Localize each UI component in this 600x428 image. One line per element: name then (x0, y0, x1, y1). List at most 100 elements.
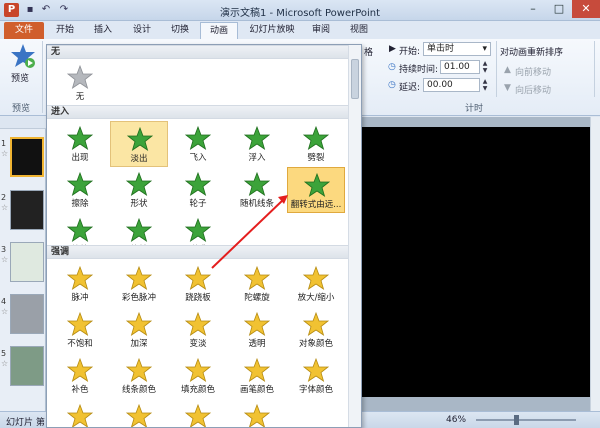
animation-complementary-color[interactable]: 补色 (51, 353, 109, 399)
animation-color-pulse[interactable]: 彩色脉冲 (110, 261, 168, 307)
line-color-icon (125, 357, 153, 383)
slide-thumbnail-1[interactable] (10, 137, 44, 177)
animation-brush-color[interactable]: 画笔颜色 (228, 353, 286, 399)
animation-label: 轮子 (189, 199, 207, 209)
slide-number: 1 (1, 139, 7, 148)
teeter-icon (184, 265, 212, 291)
animation-split[interactable]: 劈裂 (287, 121, 345, 167)
minimize-button[interactable]: – (520, 0, 546, 18)
animation-none[interactable]: 无 (51, 60, 109, 106)
title-bar: P ▪ ↶ ↷ 演示文稿1 - Microsoft PowerPoint – □… (0, 0, 600, 21)
delay-input[interactable]: 00.00 (423, 78, 480, 92)
gallery-scrollbar[interactable] (348, 45, 361, 427)
animation-fade[interactable]: 淡出 (110, 121, 168, 167)
wave-icon (243, 403, 271, 427)
animation-label: 填充颜色 (180, 385, 215, 395)
delay-spinner[interactable]: ▲ ▼ (481, 78, 489, 92)
clock-icon: ◷ (388, 62, 396, 72)
tab-design[interactable]: 设计 (126, 22, 158, 39)
animation-shape[interactable]: 形状 (110, 167, 168, 213)
tab-home[interactable]: 开始 (50, 22, 80, 39)
slide-thumbnail-2[interactable] (10, 190, 44, 230)
animation-label: 淡出 (130, 154, 148, 164)
slide-canvas[interactable] (360, 127, 592, 397)
animation-bold-reveal[interactable]: 加粗展示 (169, 399, 227, 427)
object-color-icon (302, 311, 330, 337)
group-divider (496, 41, 497, 97)
darken-icon (125, 311, 153, 337)
duration-spinner[interactable]: ▲ ▼ (481, 60, 489, 74)
animation-label: 彩色脉冲 (121, 293, 156, 303)
maximize-button[interactable]: □ (546, 0, 572, 18)
start-select-value: 单击时 (427, 44, 455, 54)
slide-info: 幻灯片 第 (6, 418, 45, 428)
animation-underline[interactable]: 下划线 (51, 399, 109, 427)
animation-transparency[interactable]: 透明 (228, 307, 286, 353)
animation-desaturate[interactable]: 不饱和 (51, 307, 109, 353)
animation-object-color[interactable]: 对象颜色 (287, 307, 345, 353)
animation-grow-turn[interactable]: 翻转式由远... (287, 167, 345, 213)
tab-view[interactable]: 视图 (344, 22, 374, 39)
tab-transitions[interactable]: 切换 (164, 22, 196, 39)
animation-spin[interactable]: 陀螺旋 (228, 261, 286, 307)
preview-group-label: 预览 (12, 104, 31, 114)
move-later-button[interactable]: 向后移动 (515, 83, 551, 96)
slide-thumbnail-3[interactable] (10, 242, 44, 282)
animation-wheel[interactable]: 轮子 (169, 167, 227, 213)
animation-font-color[interactable]: 字体颜色 (287, 353, 345, 399)
animation-label: 字体颜色 (298, 385, 333, 395)
duration-label: 持续时间: (399, 65, 439, 75)
split-icon (302, 125, 330, 151)
preview-star-icon[interactable] (10, 43, 36, 69)
animation-bold-flash[interactable]: 加粗闪烁 (110, 399, 168, 427)
move-later-icon: ▼ (504, 83, 511, 93)
ribbon-tabs: 文件 开始 插入 设计 切换 动画 幻灯片放映 审阅 视图 (0, 21, 600, 39)
slide-number: 2 (1, 193, 7, 202)
vertical-scrollbar[interactable] (590, 117, 600, 411)
shape-icon (125, 171, 153, 197)
animation-darken[interactable]: 加深 (110, 307, 168, 353)
brush-color-icon (243, 357, 271, 383)
zoom-slider[interactable] (476, 419, 576, 421)
animation-float-in[interactable]: 浮入 (228, 121, 286, 167)
preview-button[interactable]: 预览 (11, 71, 29, 84)
delay-label: 延迟: (399, 83, 421, 93)
swivel-icon (125, 217, 153, 243)
animation-label: 脉冲 (71, 293, 89, 303)
animation-fly-in[interactable]: 飞入 (169, 121, 227, 167)
animation-teeter[interactable]: 跷跷板 (169, 261, 227, 307)
animation-label: 陀螺旋 (244, 293, 270, 303)
animation-lighten[interactable]: 变淡 (169, 307, 227, 353)
animation-label: 线条颜色 (121, 385, 156, 395)
zoom-slider-thumb[interactable] (514, 415, 519, 425)
slide-thumbnail-4[interactable] (10, 294, 44, 334)
tab-animations[interactable]: 动画 (200, 22, 238, 39)
animation-label: 形状 (130, 199, 148, 209)
animation-fill-color[interactable]: 填充颜色 (169, 353, 227, 399)
animation-star-icon: ☆ (1, 359, 9, 368)
tab-insert[interactable]: 插入 (88, 22, 118, 39)
animation-wave[interactable]: 波浪形 (228, 399, 286, 427)
slide-thumbnail-5[interactable] (10, 346, 44, 386)
animation-wipe[interactable]: 擦除 (51, 167, 109, 213)
gallery-scrollbar-thumb[interactable] (351, 59, 359, 99)
move-earlier-button[interactable]: 向前移动 (515, 65, 551, 78)
start-select[interactable]: 单击时 ▾ (423, 42, 491, 56)
close-button[interactable]: ✕ (572, 0, 600, 18)
bold-flash-icon (125, 403, 153, 427)
tab-file[interactable]: 文件 (4, 22, 44, 39)
animation-star-icon: ☆ (1, 255, 9, 264)
animation-line-color[interactable]: 线条颜色 (110, 353, 168, 399)
delay-icon: ◷ (388, 80, 396, 90)
wheel-icon (184, 171, 212, 197)
gallery-content: 无 无 进入 出现淡出飞入浮入劈裂擦除形状轮子随机线条翻转式由远...缩放旋转弹… (47, 45, 349, 427)
tab-review[interactable]: 审阅 (306, 22, 336, 39)
animation-pulse[interactable]: 脉冲 (51, 261, 109, 307)
tab-slideshow[interactable]: 幻灯片放映 (244, 22, 300, 39)
animation-grow-shrink[interactable]: 放大/缩小 (287, 261, 345, 307)
zoom-icon (66, 217, 94, 243)
duration-input[interactable]: 01.00 (440, 60, 480, 74)
animation-random-bars[interactable]: 随机线条 (228, 167, 286, 213)
animation-star-icon: ☆ (1, 307, 9, 316)
animation-appear[interactable]: 出现 (51, 121, 109, 167)
